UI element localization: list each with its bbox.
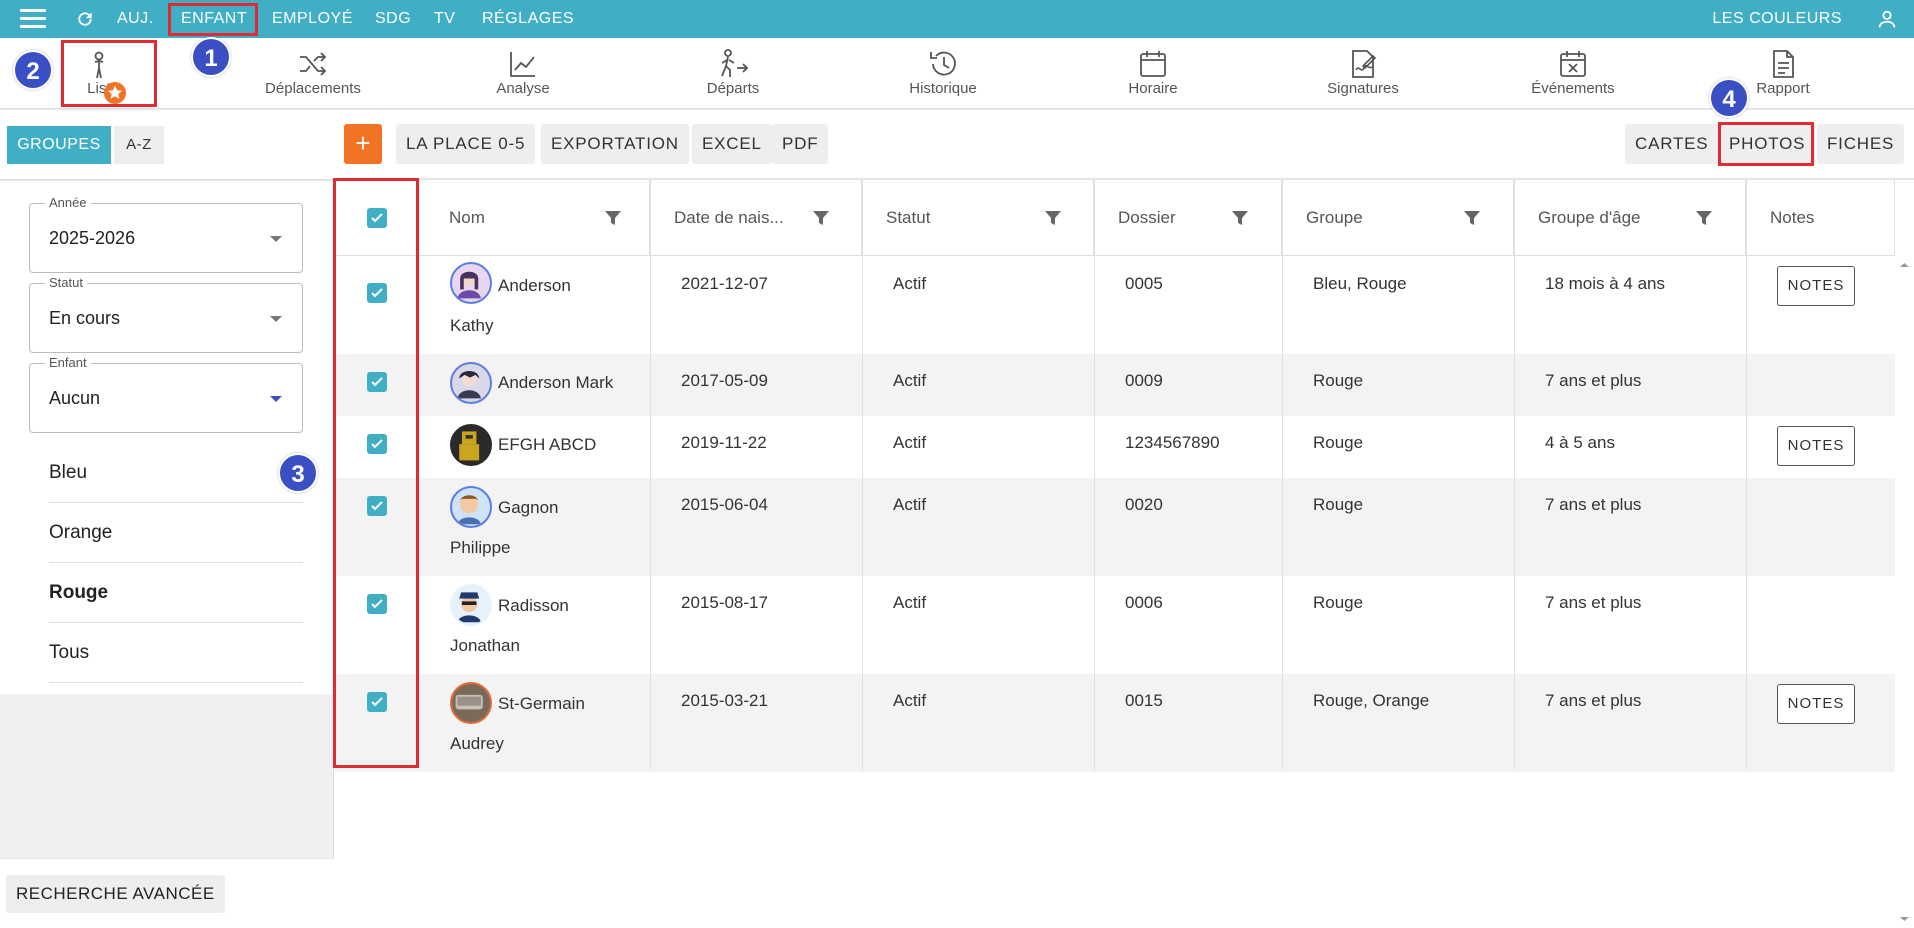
step-badge-3: 3: [278, 453, 318, 493]
notes-button[interactable]: NOTES: [1777, 684, 1855, 724]
toolbar-horaire[interactable]: Horaire: [1068, 38, 1238, 108]
table-row[interactable]: Anderson Kathy 2021-12-07 Actif 0005 Ble…: [335, 256, 1895, 354]
status-select[interactable]: Statut En cours: [29, 275, 303, 353]
avatar: [450, 486, 492, 528]
column-divider: [1746, 180, 1747, 770]
child-select[interactable]: Enfant Aucun: [29, 355, 303, 433]
action-bar: + LA PLACE 0-5 EXPORTATION EXCEL PDF CAR…: [335, 110, 1914, 180]
group-item-bleu[interactable]: Bleu: [49, 443, 303, 503]
filter-icon[interactable]: [813, 210, 829, 226]
filter-icon[interactable]: [605, 210, 621, 226]
user-icon[interactable]: [1876, 8, 1898, 30]
header-groupe-age[interactable]: Groupe d'âge: [1514, 180, 1746, 256]
highlight-enfant: [168, 3, 258, 36]
header-notes: Notes: [1746, 180, 1895, 256]
toolbar-analyse[interactable]: Analyse: [438, 38, 608, 108]
column-divider: [1282, 180, 1283, 770]
avatar: [450, 584, 492, 626]
avatar: [450, 362, 492, 404]
module-toolbar: Liste Déplacements Analyse Départs Histo…: [0, 38, 1914, 110]
highlight-liste: [61, 40, 157, 107]
nav-employe[interactable]: EMPLOYÉ: [272, 0, 353, 38]
nav-sdg[interactable]: SDG: [375, 0, 411, 38]
export-button[interactable]: EXPORTATION: [541, 124, 689, 164]
add-button[interactable]: +: [344, 124, 382, 164]
history-icon: [930, 51, 956, 76]
step-badge-1: 1: [191, 37, 231, 77]
sidebar: GROUPES A-Z Année 2025-2026 Statut En co…: [0, 110, 334, 928]
toolbar-historique[interactable]: Historique: [858, 38, 1028, 108]
avatar: [450, 262, 492, 304]
filter-icon[interactable]: [1045, 210, 1061, 226]
header-dossier[interactable]: Dossier: [1094, 180, 1282, 256]
notes-button[interactable]: NOTES: [1777, 266, 1855, 306]
advanced-search-button[interactable]: RECHERCHE AVANCÉE: [6, 875, 225, 913]
nav-reglages[interactable]: RÉGLAGES: [482, 0, 574, 38]
chart-icon: [510, 52, 535, 77]
cartes-button[interactable]: CARTES: [1625, 124, 1719, 164]
signature-icon: [1352, 50, 1377, 78]
excel-button[interactable]: EXCEL: [692, 124, 772, 164]
chevron-down-icon: [270, 236, 282, 242]
toolbar-signatures[interactable]: Signatures: [1278, 38, 1448, 108]
table-scrollbar[interactable]: [1895, 256, 1914, 928]
top-bar: AUJ. ENFANT EMPLOYÉ SDG TV RÉGLAGES LES …: [0, 0, 1914, 38]
table-row[interactable]: Radisson Jonathan 2015-08-17 Actif 0006 …: [335, 576, 1895, 674]
filter-icon[interactable]: [1464, 210, 1480, 226]
highlight-photos: [1718, 122, 1814, 166]
nav-tv[interactable]: TV: [434, 0, 455, 38]
sidebar-tabs: GROUPES A-Z: [0, 110, 334, 180]
theme-label[interactable]: LES COULEURS: [1712, 0, 1842, 38]
header-groupe[interactable]: Groupe: [1282, 180, 1514, 256]
table-row[interactable]: St-Germain Audrey 2015-03-21 Actif 0015 …: [335, 674, 1895, 772]
sidebar-filters: Année 2025-2026 Statut En cours Enfant A…: [0, 181, 334, 694]
group-item-orange[interactable]: Orange: [49, 503, 303, 563]
filter-icon[interactable]: [1696, 210, 1712, 226]
column-divider: [1514, 180, 1515, 770]
notes-button[interactable]: NOTES: [1777, 426, 1855, 466]
filter-icon[interactable]: [1232, 210, 1248, 226]
scroll-up-icon[interactable]: [1895, 260, 1914, 270]
tab-a-z[interactable]: A-Z: [114, 126, 164, 164]
fiches-button[interactable]: FICHES: [1817, 124, 1905, 164]
pdf-button[interactable]: PDF: [772, 124, 829, 164]
header-nom[interactable]: Nom: [417, 180, 650, 256]
scroll-down-icon[interactable]: [1895, 914, 1914, 924]
toolbar-evenements[interactable]: Événements: [1488, 38, 1658, 108]
avatar: [450, 682, 492, 724]
year-select[interactable]: Année 2025-2026: [29, 195, 303, 273]
step-badge-2: 2: [13, 50, 53, 90]
walk-out-icon: [721, 49, 749, 77]
step-badge-4: 4: [1709, 78, 1749, 118]
column-divider: [862, 180, 863, 770]
column-divider: [650, 180, 651, 770]
la-place-button[interactable]: LA PLACE 0-5: [396, 124, 536, 164]
table-row[interactable]: Gagnon Philippe 2015-06-04 Actif 0020 Ro…: [335, 478, 1895, 576]
children-table: Nom Date de nais... Statut Dossier Group…: [335, 180, 1895, 928]
refresh-icon[interactable]: [75, 9, 95, 29]
table-header: Nom Date de nais... Statut Dossier Group…: [335, 180, 1895, 256]
header-statut[interactable]: Statut: [862, 180, 1094, 256]
calendar-icon: [1140, 51, 1166, 77]
header-date[interactable]: Date de nais...: [650, 180, 862, 256]
tab-groupes[interactable]: GROUPES: [7, 126, 111, 164]
menu-icon[interactable]: [20, 9, 46, 29]
advanced-search-area: RECHERCHE AVANCÉE: [0, 858, 334, 928]
toolbar-departs[interactable]: Départs: [648, 38, 818, 108]
highlight-checkboxes: [333, 178, 419, 768]
avatar: [450, 424, 492, 466]
toolbar-deplacements[interactable]: Déplacements: [228, 38, 398, 108]
chevron-down-icon: [270, 316, 282, 322]
table-row[interactable]: EFGH ABCD 2019-11-22 Actif 1234567890 Ro…: [335, 416, 1895, 478]
nav-auj[interactable]: AUJ.: [117, 0, 154, 38]
table-row[interactable]: Anderson Mark 2017-05-09 Actif 0009 Roug…: [335, 354, 1895, 416]
group-item-rouge[interactable]: Rouge: [49, 563, 303, 623]
document-icon: [1773, 50, 1794, 78]
shuffle-icon: [300, 52, 327, 76]
calendar-x-icon: [1560, 51, 1586, 77]
group-item-tous[interactable]: Tous: [49, 623, 303, 683]
column-divider: [1094, 180, 1095, 770]
chevron-down-icon: [270, 396, 282, 402]
